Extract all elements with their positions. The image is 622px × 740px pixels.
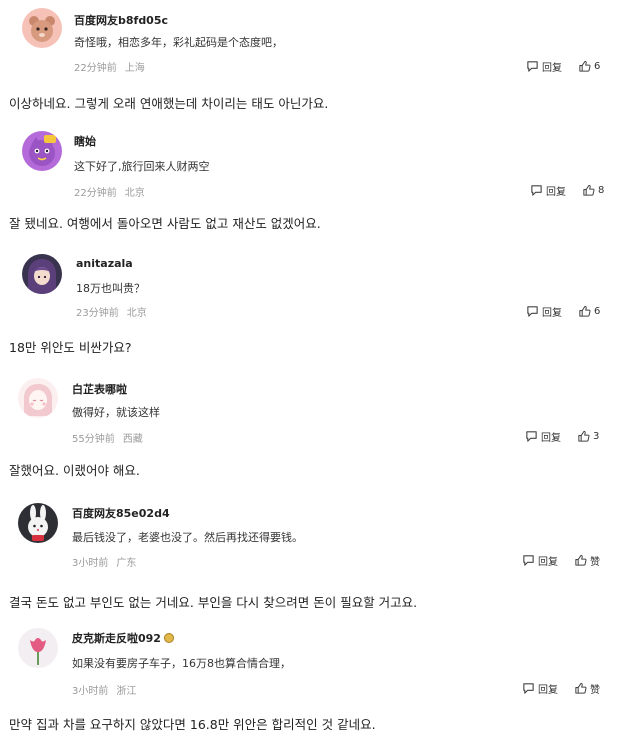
comment-text: 奇怪哦，相恋多年，彩礼起码是个态度吧，: [74, 36, 283, 49]
comment-item: 百度网友b8fd05c 奇怪哦，相恋多年，彩礼起码是个态度吧， 22分钟前 上海 …: [0, 4, 622, 84]
like-count: 6: [594, 61, 601, 72]
comment-actions: 回复 6: [526, 304, 600, 319]
like-button[interactable]: 赞: [574, 681, 600, 696]
comment-actions: 回复 6: [526, 59, 600, 74]
reply-label: 回复: [542, 63, 562, 74]
comment-bubble-icon: [526, 431, 537, 442]
like-button[interactable]: 3: [577, 430, 599, 443]
comment-meta: 3小时前 广东: [72, 554, 136, 569]
comment-username[interactable]: 百度网友85e02d4: [72, 505, 170, 521]
comment-time: 55分钟前: [72, 434, 115, 445]
comment-text: 这下好了,旅行回来人财两空: [74, 160, 210, 173]
comment-actions: 回复 3: [525, 429, 599, 444]
reply-label: 回复: [546, 187, 566, 198]
comment-bubble-icon: [523, 555, 534, 566]
comment-translation: 잘 됐네요. 여행에서 돌아오면 사람도 없고 재산도 없겠어요.: [9, 216, 321, 231]
reply-button[interactable]: 回复: [522, 681, 558, 696]
white-rabbit-avatar[interactable]: [18, 503, 58, 543]
comment-bubble-icon: [527, 61, 538, 72]
reply-label: 回复: [538, 685, 558, 696]
comment-time: 3小时前: [72, 558, 109, 569]
comment-actions: 回复 8: [530, 183, 604, 198]
comment-username[interactable]: 瞎始: [74, 133, 96, 149]
comment-actions: 回复 赞: [522, 553, 600, 568]
comment-time: 22分钟前: [74, 63, 117, 74]
comment-text: 傲得好，就该这样: [72, 406, 160, 419]
comment-username[interactable]: 白芷表哪啦: [72, 381, 127, 397]
comment-actions: 回复 赞: [522, 681, 600, 696]
comment-time: 23分钟前: [76, 308, 119, 319]
comment-translation: 이상하네요. 그렇게 오래 연애했는데 차이리는 태도 아닌가요.: [9, 96, 329, 111]
comment-meta: 22分钟前 上海: [74, 59, 145, 74]
purple-cat-avatar[interactable]: [22, 131, 62, 171]
comment-translation: 결국 돈도 없고 부인도 없는 거네요. 부인을 다시 찾으려면 돈이 필요할 …: [9, 595, 418, 610]
reply-label: 回复: [541, 433, 561, 444]
like-count: 3: [593, 431, 600, 442]
comment-time: 22分钟前: [74, 188, 117, 199]
reply-label: 回复: [542, 308, 562, 319]
comment-item: 百度网友85e02d4 最后钱没了，老婆也没了。然后再找还得要钱。 3小时前 广东…: [0, 497, 622, 577]
reply-button[interactable]: 回复: [522, 553, 558, 568]
comment-time: 3小时前: [72, 686, 109, 697]
comment-username[interactable]: anitazala: [76, 257, 133, 270]
reply-button[interactable]: 回复: [526, 59, 562, 74]
reply-label: 回复: [538, 557, 558, 568]
reply-button[interactable]: 回复: [525, 429, 561, 444]
thumbs-up-icon: [578, 430, 590, 442]
comment-location: 广东: [116, 558, 137, 569]
comment-meta: 22分钟前 北京: [74, 184, 145, 199]
comment-item: 瞎始 这下好了,旅行回来人财两空 22分钟前 北京 回复 8: [0, 125, 622, 205]
comment-location: 西藏: [122, 434, 143, 445]
comment-translation: 18만 위안도 비싼가요?: [9, 340, 132, 355]
comment-item: 白芷表哪啦 傲得好，就该这样 55分钟前 西藏 回复 3: [0, 374, 622, 454]
like-count: 8: [598, 185, 605, 196]
comment-meta: 55分钟前 西藏: [72, 430, 143, 445]
like-button[interactable]: 赞: [574, 553, 600, 568]
thumbs-up-icon: [583, 184, 595, 196]
comment-translation: 만약 집과 차를 요구하지 않았다면 16.8만 위안은 합리적인 것 같네요.: [9, 717, 376, 732]
anime-character-avatar[interactable]: [22, 254, 62, 294]
thumbs-up-icon: [579, 305, 591, 317]
comment-location: 北京: [126, 308, 147, 319]
comment-bubble-icon: [523, 683, 534, 694]
comment-username-text: 皮克斯走反啦092: [72, 632, 161, 645]
comment-location: 北京: [124, 188, 145, 199]
like-button[interactable]: 6: [578, 60, 600, 73]
reply-button[interactable]: 回复: [530, 183, 566, 198]
reply-button[interactable]: 回复: [526, 304, 562, 319]
comment-meta: 23分钟前 北京: [76, 304, 147, 319]
thumbs-up-icon: [575, 554, 587, 566]
pink-tulip-avatar[interactable]: [18, 628, 58, 668]
comment-text: 最后钱没了，老婆也没了。然后再找还得要钱。: [72, 531, 303, 544]
comment-translation: 잘했어요. 이랬어야 해요.: [9, 463, 140, 478]
like-button[interactable]: 8: [582, 184, 604, 197]
comment-bubble-icon: [527, 306, 538, 317]
cartoon-bear-avatar[interactable]: [22, 8, 62, 48]
comment-text: 18万也叫贵？: [76, 282, 145, 295]
thumbs-up-icon: [579, 60, 591, 72]
like-count: 6: [594, 306, 601, 317]
comment-location: 上海: [124, 63, 145, 74]
comment-item: 皮克斯走反啦092 如果没有要房子车子，16万8也算合情合理， 3小时前 浙江 回…: [0, 624, 622, 704]
comment-location: 浙江: [116, 686, 137, 697]
like-count: 赞: [590, 557, 600, 568]
comment-meta: 3小时前 浙江: [72, 682, 136, 697]
comment-username[interactable]: 皮克斯走反啦092: [72, 630, 174, 646]
like-button[interactable]: 6: [578, 305, 600, 318]
pink-girl-avatar[interactable]: [18, 378, 58, 418]
like-count: 赞: [590, 685, 600, 696]
thumbs-up-icon: [575, 682, 587, 694]
gold-badge-icon: [163, 633, 174, 643]
comment-item: anitazala 18万也叫贵？ 23分钟前 北京 回复 6: [0, 248, 622, 328]
comment-text: 如果没有要房子车子，16万8也算合情合理，: [72, 657, 291, 670]
comment-username[interactable]: 百度网友b8fd05c: [74, 12, 168, 28]
comment-bubble-icon: [531, 185, 542, 196]
